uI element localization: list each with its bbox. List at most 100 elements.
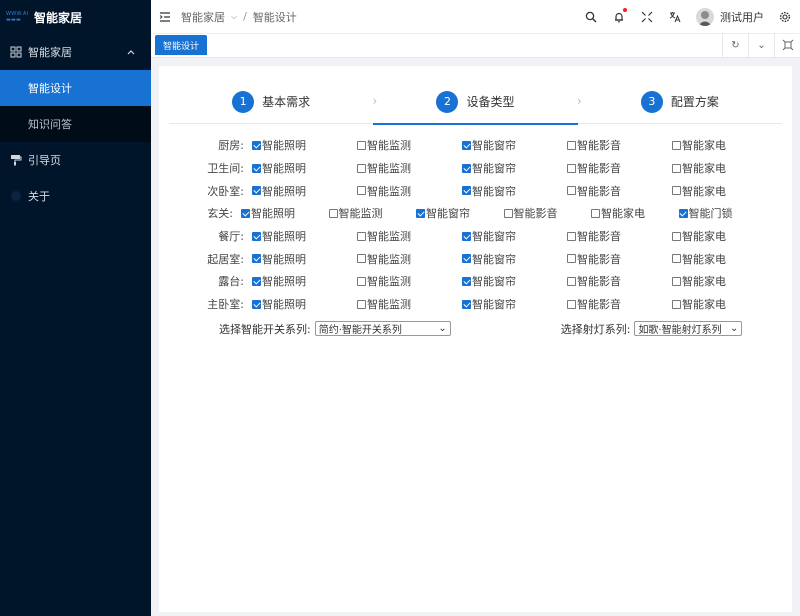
- switch-series-select[interactable]: 简约·智能开关系列 ⌄: [314, 321, 451, 336]
- device-checkbox[interactable]: [241, 208, 250, 218]
- device-option[interactable]: 智能影音: [567, 160, 672, 176]
- device-checkbox[interactable]: [252, 163, 261, 173]
- device-option[interactable]: 智能窗帘: [462, 137, 567, 153]
- device-option[interactable]: 智能家电: [672, 137, 777, 153]
- language-button[interactable]: [668, 10, 682, 24]
- device-option[interactable]: 智能家电: [672, 251, 777, 267]
- device-option[interactable]: 智能家电: [672, 228, 777, 244]
- device-checkbox[interactable]: [567, 254, 576, 264]
- device-option[interactable]: 智能监测: [357, 296, 462, 312]
- device-option[interactable]: 智能照明: [252, 251, 357, 267]
- device-checkbox[interactable]: [462, 299, 471, 309]
- device-checkbox[interactable]: [462, 163, 471, 173]
- device-checkbox[interactable]: [672, 299, 681, 309]
- device-option[interactable]: 智能影音: [567, 296, 672, 312]
- device-checkbox[interactable]: [567, 186, 576, 196]
- device-checkbox[interactable]: [357, 186, 366, 196]
- device-option[interactable]: 智能照明: [252, 296, 357, 312]
- device-option[interactable]: 智能照明: [252, 160, 357, 176]
- sidebar-item-guide[interactable]: 引导页: [0, 142, 151, 178]
- device-checkbox[interactable]: [462, 276, 471, 286]
- device-option[interactable]: 智能家电: [672, 273, 777, 289]
- device-checkbox[interactable]: [357, 163, 366, 173]
- device-option[interactable]: 智能窗帘: [416, 205, 504, 221]
- device-checkbox[interactable]: [462, 186, 471, 196]
- device-option[interactable]: 智能监测: [357, 160, 462, 176]
- device-option[interactable]: 智能影音: [567, 183, 672, 199]
- notification-button[interactable]: [612, 7, 627, 24]
- light-series-select[interactable]: 如歌·智能射灯系列 ⌄: [634, 321, 743, 336]
- device-checkbox[interactable]: [567, 163, 576, 173]
- device-checkbox[interactable]: [357, 231, 366, 241]
- device-checkbox[interactable]: [672, 254, 681, 264]
- device-option[interactable]: 智能窗帘: [462, 273, 567, 289]
- device-option[interactable]: 智能监测: [357, 183, 462, 199]
- device-checkbox[interactable]: [678, 208, 688, 218]
- device-option[interactable]: 智能家电: [591, 205, 679, 221]
- sidebar-item-qa[interactable]: 知识问答: [0, 106, 151, 142]
- device-checkbox[interactable]: [462, 254, 471, 264]
- device-option[interactable]: 智能监测: [357, 137, 462, 153]
- user-menu[interactable]: 测试用户: [696, 7, 764, 26]
- device-option[interactable]: 智能家电: [672, 160, 777, 176]
- sidebar-item-about[interactable]: 关于: [0, 178, 151, 214]
- device-checkbox[interactable]: [672, 140, 681, 150]
- device-checkbox[interactable]: [672, 276, 681, 286]
- device-option[interactable]: 智能监测: [328, 205, 417, 221]
- brand[interactable]: WWW.AI ▬▬▬ 智能家居: [0, 0, 151, 34]
- device-checkbox[interactable]: [328, 208, 338, 218]
- device-option[interactable]: 智能影音: [503, 205, 592, 221]
- device-checkbox[interactable]: [567, 140, 576, 150]
- device-option[interactable]: 智能监测: [357, 228, 462, 244]
- device-option[interactable]: 智能窗帘: [462, 160, 567, 176]
- breadcrumb-item[interactable]: 智能家居: [181, 9, 225, 25]
- search-button[interactable]: [584, 10, 598, 24]
- device-checkbox[interactable]: [252, 140, 261, 150]
- step-basic-needs[interactable]: 1 基本需求 ›: [169, 80, 377, 124]
- device-option[interactable]: 智能门锁: [678, 205, 767, 221]
- tab-dropdown-button[interactable]: ⌄: [748, 33, 774, 57]
- device-option[interactable]: 智能照明: [252, 137, 357, 153]
- device-checkbox[interactable]: [672, 186, 681, 196]
- fullscreen-button[interactable]: [640, 10, 654, 24]
- device-option[interactable]: 智能照明: [252, 273, 357, 289]
- settings-button[interactable]: [778, 10, 792, 24]
- device-checkbox[interactable]: [357, 299, 366, 309]
- device-option[interactable]: 智能影音: [567, 251, 672, 267]
- device-option[interactable]: 智能窗帘: [462, 228, 567, 244]
- device-checkbox[interactable]: [252, 254, 261, 264]
- device-checkbox[interactable]: [503, 208, 513, 218]
- device-option[interactable]: 智能照明: [252, 183, 357, 199]
- device-checkbox[interactable]: [672, 163, 681, 173]
- device-checkbox[interactable]: [416, 208, 425, 218]
- tab-maximize-button[interactable]: [774, 33, 800, 57]
- sidebar-group-smarthome[interactable]: 智能家居: [0, 34, 151, 70]
- device-option[interactable]: 智能监测: [357, 273, 462, 289]
- refresh-button[interactable]: ↻: [722, 33, 748, 57]
- device-option[interactable]: 智能监测: [357, 251, 462, 267]
- device-option[interactable]: 智能家电: [672, 296, 777, 312]
- device-checkbox[interactable]: [591, 208, 600, 218]
- device-option[interactable]: 智能窗帘: [462, 183, 567, 199]
- device-option[interactable]: 智能窗帘: [462, 296, 567, 312]
- device-option[interactable]: 智能照明: [241, 205, 329, 221]
- device-checkbox[interactable]: [357, 254, 366, 264]
- tab-smart-design[interactable]: 智能设计: [155, 35, 208, 55]
- device-option[interactable]: 智能影音: [567, 137, 672, 153]
- device-option[interactable]: 智能家电: [672, 183, 777, 199]
- device-checkbox[interactable]: [672, 231, 681, 241]
- device-option[interactable]: 智能影音: [567, 273, 672, 289]
- device-checkbox[interactable]: [252, 276, 261, 286]
- device-checkbox[interactable]: [252, 186, 261, 196]
- device-checkbox[interactable]: [357, 276, 366, 286]
- device-option[interactable]: 智能照明: [252, 228, 357, 244]
- menu-fold-icon[interactable]: [159, 11, 171, 23]
- device-option[interactable]: 智能影音: [567, 228, 672, 244]
- device-checkbox[interactable]: [252, 231, 261, 241]
- device-checkbox[interactable]: [462, 140, 471, 150]
- device-checkbox[interactable]: [252, 299, 261, 309]
- step-config-plan[interactable]: 3 配置方案: [578, 80, 782, 124]
- device-checkbox[interactable]: [567, 276, 576, 286]
- sidebar-item-smart-design[interactable]: 智能设计: [0, 70, 151, 106]
- device-checkbox[interactable]: [357, 140, 366, 150]
